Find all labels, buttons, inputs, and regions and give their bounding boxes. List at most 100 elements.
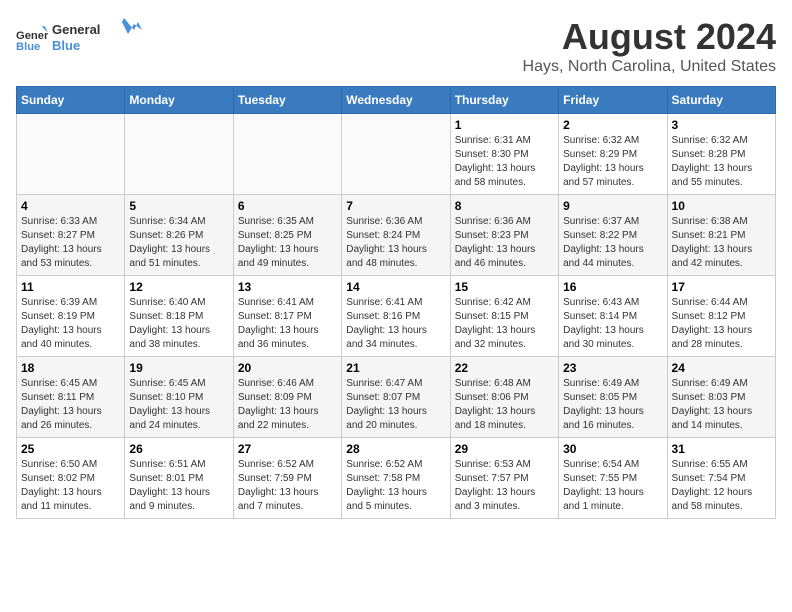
calendar-cell: 10 Sunrise: 6:38 AMSunset: 8:21 PMDayligh… — [667, 195, 775, 276]
page-title: August 2024 — [523, 16, 776, 58]
day-number: 11 — [21, 280, 120, 294]
day-number: 25 — [21, 442, 120, 456]
day-info: Sunrise: 6:41 AMSunset: 8:16 PMDaylight:… — [346, 296, 445, 352]
svg-text:Blue: Blue — [52, 38, 80, 53]
day-info: Sunrise: 6:32 AMSunset: 8:29 PMDaylight:… — [563, 134, 662, 190]
day-info: Sunrise: 6:52 AMSunset: 7:58 PMDaylight:… — [346, 458, 445, 514]
calendar-week-3: 11 Sunrise: 6:39 AMSunset: 8:19 PMDayligh… — [17, 276, 776, 357]
col-wednesday: Wednesday — [342, 87, 450, 114]
day-number: 5 — [129, 199, 228, 213]
col-saturday: Saturday — [667, 87, 775, 114]
calendar-cell: 26 Sunrise: 6:51 AMSunset: 8:01 PMDayligh… — [125, 438, 233, 519]
calendar-cell: 9Sunrise: 6:37 AMSunset: 8:22 PMDaylight… — [559, 195, 667, 276]
day-number: 27 — [238, 442, 337, 456]
calendar-cell: 31 Sunrise: 6:55 AMSunset: 7:54 PMDayligh… — [667, 438, 775, 519]
day-info: Sunrise: 6:34 AMSunset: 8:26 PMDaylight:… — [129, 215, 228, 271]
day-number: 23 — [563, 361, 662, 375]
day-number: 8 — [455, 199, 554, 213]
day-info: Sunrise: 6:32 AMSunset: 8:28 PMDaylight:… — [672, 134, 771, 190]
col-friday: Friday — [559, 87, 667, 114]
day-number: 18 — [21, 361, 120, 375]
day-info: Sunrise: 6:45 AMSunset: 8:11 PMDaylight:… — [21, 377, 120, 433]
day-number: 10 — [672, 199, 771, 213]
day-info: Sunrise: 6:53 AMSunset: 7:57 PMDaylight:… — [455, 458, 554, 514]
header-row: Sunday Monday Tuesday Wednesday Thursday… — [17, 87, 776, 114]
day-info: Sunrise: 6:54 AMSunset: 7:55 PMDaylight:… — [563, 458, 662, 514]
day-info: Sunrise: 6:46 AMSunset: 8:09 PMDaylight:… — [238, 377, 337, 433]
col-tuesday: Tuesday — [233, 87, 341, 114]
day-number: 20 — [238, 361, 337, 375]
day-number: 4 — [21, 199, 120, 213]
calendar-week-5: 25 Sunrise: 6:50 AMSunset: 8:02 PMDayligh… — [17, 438, 776, 519]
calendar-table: Sunday Monday Tuesday Wednesday Thursday… — [16, 86, 776, 519]
day-info: Sunrise: 6:40 AMSunset: 8:18 PMDaylight:… — [129, 296, 228, 352]
day-info: Sunrise: 6:31 AMSunset: 8:30 PMDaylight:… — [455, 134, 554, 190]
day-number: 31 — [672, 442, 771, 456]
calendar-cell: 11 Sunrise: 6:39 AMSunset: 8:19 PMDayligh… — [17, 276, 125, 357]
day-number: 24 — [672, 361, 771, 375]
day-info: Sunrise: 6:41 AMSunset: 8:17 PMDaylight:… — [238, 296, 337, 352]
day-info: Sunrise: 6:33 AMSunset: 8:27 PMDaylight:… — [21, 215, 120, 271]
calendar-week-1: 1 Sunrise: 6:31 AMSunset: 8:30 PMDaylight… — [17, 114, 776, 195]
day-number: 14 — [346, 280, 445, 294]
calendar-cell: 2 Sunrise: 6:32 AMSunset: 8:29 PMDaylight… — [559, 114, 667, 195]
day-info: Sunrise: 6:51 AMSunset: 8:01 PMDaylight:… — [129, 458, 228, 514]
calendar-cell: 30Sunrise: 6:54 AMSunset: 7:55 PMDayligh… — [559, 438, 667, 519]
calendar-cell: 19Sunrise: 6:45 AMSunset: 8:10 PMDayligh… — [125, 357, 233, 438]
day-number: 3 — [672, 118, 771, 132]
day-info: Sunrise: 6:37 AMSunset: 8:22 PMDaylight:… — [563, 215, 662, 271]
col-monday: Monday — [125, 87, 233, 114]
calendar-cell: 7Sunrise: 6:36 AMSunset: 8:24 PMDaylight… — [342, 195, 450, 276]
day-number: 29 — [455, 442, 554, 456]
day-info: Sunrise: 6:42 AMSunset: 8:15 PMDaylight:… — [455, 296, 554, 352]
day-info: Sunrise: 6:39 AMSunset: 8:19 PMDaylight:… — [21, 296, 120, 352]
calendar-cell: 24 Sunrise: 6:49 AMSunset: 8:03 PMDayligh… — [667, 357, 775, 438]
day-number: 13 — [238, 280, 337, 294]
day-number: 1 — [455, 118, 554, 132]
calendar-cell: 20 Sunrise: 6:46 AMSunset: 8:09 PMDayligh… — [233, 357, 341, 438]
calendar-cell: 21Sunrise: 6:47 AMSunset: 8:07 PMDayligh… — [342, 357, 450, 438]
logo: General Blue General Blue — [16, 16, 142, 61]
day-info: Sunrise: 6:38 AMSunset: 8:21 PMDaylight:… — [672, 215, 771, 271]
svg-text:Blue: Blue — [16, 41, 40, 53]
day-number: 22 — [455, 361, 554, 375]
calendar-cell — [125, 114, 233, 195]
col-thursday: Thursday — [450, 87, 558, 114]
calendar-week-4: 18 Sunrise: 6:45 AMSunset: 8:11 PMDayligh… — [17, 357, 776, 438]
day-number: 26 — [129, 442, 228, 456]
day-info: Sunrise: 6:47 AMSunset: 8:07 PMDaylight:… — [346, 377, 445, 433]
calendar-cell: 16Sunrise: 6:43 AMSunset: 8:14 PMDayligh… — [559, 276, 667, 357]
title-block: August 2024 Hays, North Carolina, United… — [523, 16, 776, 76]
calendar-cell: 27 Sunrise: 6:52 AMSunset: 7:59 PMDayligh… — [233, 438, 341, 519]
page-subtitle: Hays, North Carolina, United States — [523, 58, 776, 76]
calendar-cell: 14 Sunrise: 6:41 AMSunset: 8:16 PMDayligh… — [342, 276, 450, 357]
day-info: Sunrise: 6:49 AMSunset: 8:03 PMDaylight:… — [672, 377, 771, 433]
calendar-header: Sunday Monday Tuesday Wednesday Thursday… — [17, 87, 776, 114]
day-number: 6 — [238, 199, 337, 213]
svg-text:General: General — [16, 30, 48, 42]
day-number: 28 — [346, 442, 445, 456]
day-info: Sunrise: 6:36 AMSunset: 8:24 PMDaylight:… — [346, 215, 445, 271]
calendar-cell: 3 Sunrise: 6:32 AMSunset: 8:28 PMDaylight… — [667, 114, 775, 195]
calendar-cell — [17, 114, 125, 195]
calendar-cell: 1 Sunrise: 6:31 AMSunset: 8:30 PMDaylight… — [450, 114, 558, 195]
calendar-week-2: 4 Sunrise: 6:33 AMSunset: 8:27 PMDaylight… — [17, 195, 776, 276]
calendar-cell: 5 Sunrise: 6:34 AMSunset: 8:26 PMDaylight… — [125, 195, 233, 276]
calendar-cell — [233, 114, 341, 195]
day-info: Sunrise: 6:35 AMSunset: 8:25 PMDaylight:… — [238, 215, 337, 271]
calendar-cell — [342, 114, 450, 195]
calendar-cell: 23 Sunrise: 6:49 AMSunset: 8:05 PMDayligh… — [559, 357, 667, 438]
logo-icon: General Blue — [16, 23, 48, 55]
day-number: 17 — [672, 280, 771, 294]
day-info: Sunrise: 6:52 AMSunset: 7:59 PMDaylight:… — [238, 458, 337, 514]
svg-text:General: General — [52, 22, 100, 37]
calendar-cell: 29 Sunrise: 6:53 AMSunset: 7:57 PMDayligh… — [450, 438, 558, 519]
day-info: Sunrise: 6:50 AMSunset: 8:02 PMDaylight:… — [21, 458, 120, 514]
calendar-cell: 6 Sunrise: 6:35 AMSunset: 8:25 PMDaylight… — [233, 195, 341, 276]
day-info: Sunrise: 6:45 AMSunset: 8:10 PMDaylight:… — [129, 377, 228, 433]
day-number: 2 — [563, 118, 662, 132]
day-number: 15 — [455, 280, 554, 294]
day-info: Sunrise: 6:49 AMSunset: 8:05 PMDaylight:… — [563, 377, 662, 433]
day-info: Sunrise: 6:55 AMSunset: 7:54 PMDaylight:… — [672, 458, 771, 514]
calendar-cell: 22Sunrise: 6:48 AMSunset: 8:06 PMDayligh… — [450, 357, 558, 438]
